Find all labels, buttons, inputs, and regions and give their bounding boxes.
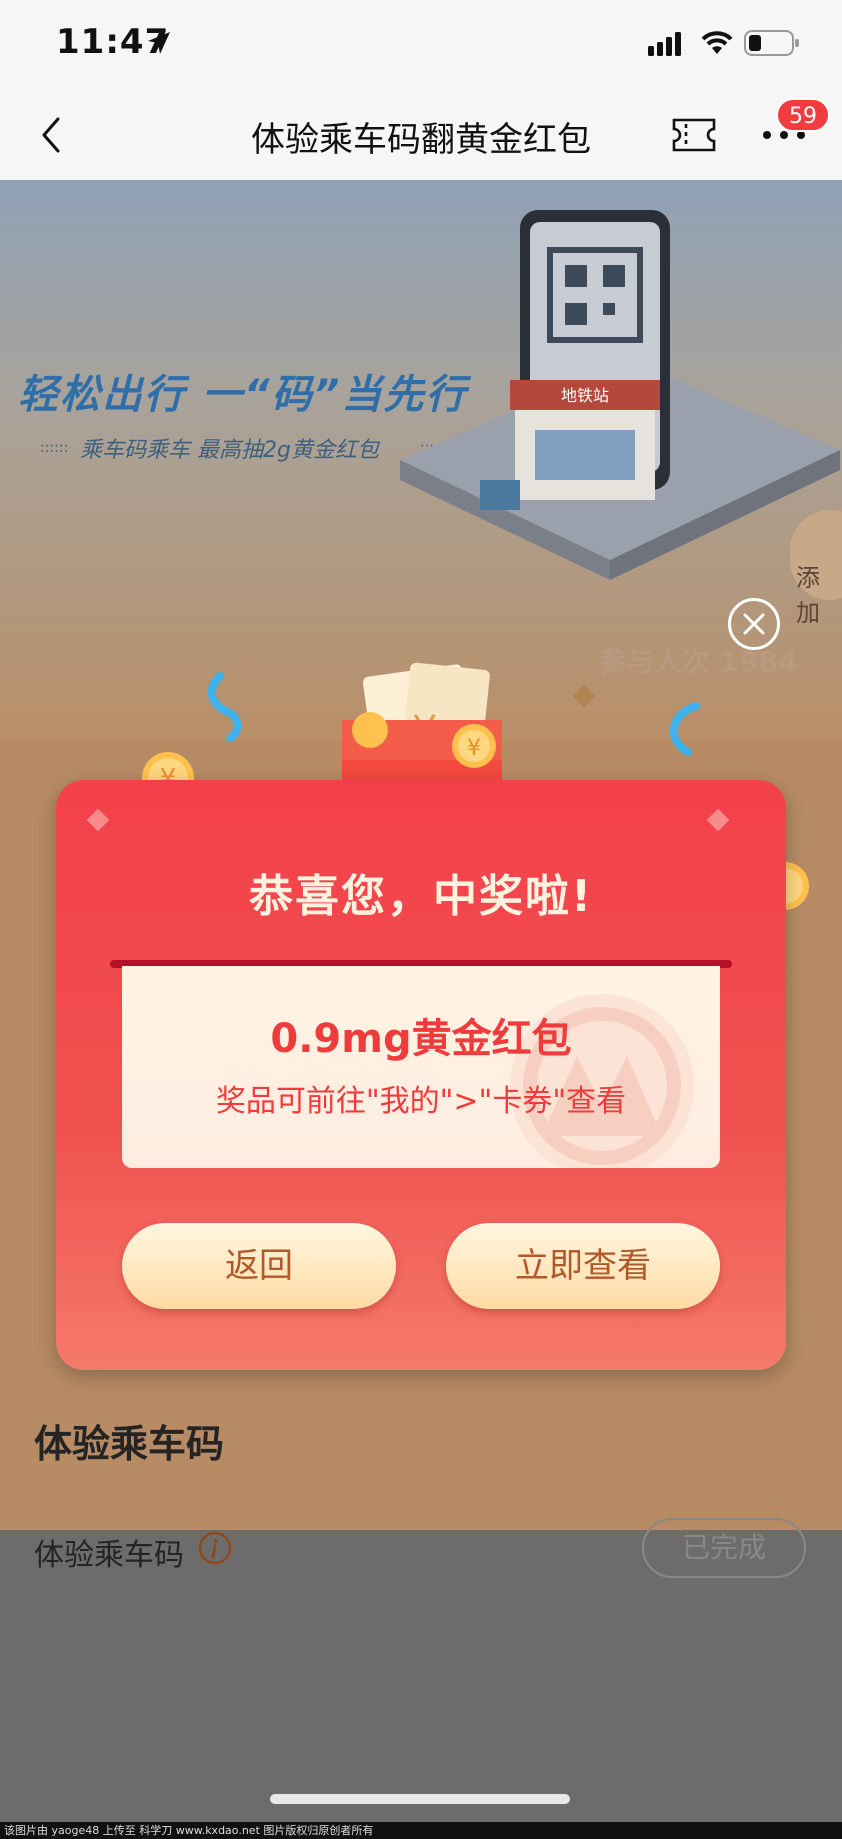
battery-icon bbox=[744, 30, 799, 56]
location-arrow-icon bbox=[148, 32, 170, 54]
station-sign-text: 地铁站 bbox=[561, 386, 609, 405]
task-label: 体验乘车码 bbox=[34, 1538, 184, 1573]
watermark-text: 该图片由 yaoge48 上传至 科学刀 www.kxdao.net 图片版权归… bbox=[4, 1824, 374, 1837]
wifi-icon bbox=[701, 31, 733, 54]
hero-banner: 轻松出行 一“码”当先行 :::::: 乘车码乘车 最高抽2g黄金红包 ::::… bbox=[0, 180, 842, 740]
prize-name: 0.9mg黄金红包 bbox=[270, 1016, 572, 1062]
modal-title: 恭喜您，中奖啦! bbox=[248, 871, 594, 922]
prize-hint: 奖品可前往"我的">"卡券"查看 bbox=[215, 1084, 627, 1119]
cellular-signal-icon bbox=[648, 32, 681, 56]
hero-subline: 乘车码乘车 最高抽2g黄金红包 bbox=[80, 438, 379, 463]
ribbon-decoration-icon bbox=[669, 702, 700, 756]
return-button[interactable]: 返回 bbox=[122, 1223, 396, 1309]
info-icon[interactable] bbox=[198, 1531, 232, 1565]
ticket-icon[interactable] bbox=[672, 118, 716, 152]
decorative-diamond bbox=[86, 808, 110, 832]
status-bar: 11:47 bbox=[0, 0, 842, 90]
notification-badge: 59 bbox=[776, 98, 830, 132]
add-shortcut-label: 添加 bbox=[796, 564, 820, 627]
decorative-dots: :::::: bbox=[40, 440, 69, 456]
svg-text:¥: ¥ bbox=[467, 736, 481, 761]
view-now-button[interactable]: 立即查看 bbox=[446, 1223, 720, 1309]
home-indicator[interactable] bbox=[270, 1794, 570, 1804]
prize-modal: 恭喜您，中奖啦! 0.9mg黄金红包 奖品可前往"我的">"卡券"查看 返回 立… bbox=[56, 780, 786, 1370]
task-completed-button[interactable]: 已完成 bbox=[642, 1518, 806, 1578]
decorative-diamond bbox=[706, 808, 730, 832]
task-section-title: 体验乘车码 bbox=[34, 1422, 225, 1466]
metro-station-illustration: 地铁站 bbox=[400, 210, 840, 580]
nav-bar: 体验乘车码翻黄金红包 59 bbox=[0, 90, 842, 181]
prize-card: 0.9mg黄金红包 奖品可前往"我的">"卡券"查看 bbox=[122, 966, 720, 1168]
ribbon-decoration-icon bbox=[207, 672, 242, 742]
close-modal-button[interactable] bbox=[728, 598, 780, 650]
close-icon bbox=[743, 613, 765, 635]
